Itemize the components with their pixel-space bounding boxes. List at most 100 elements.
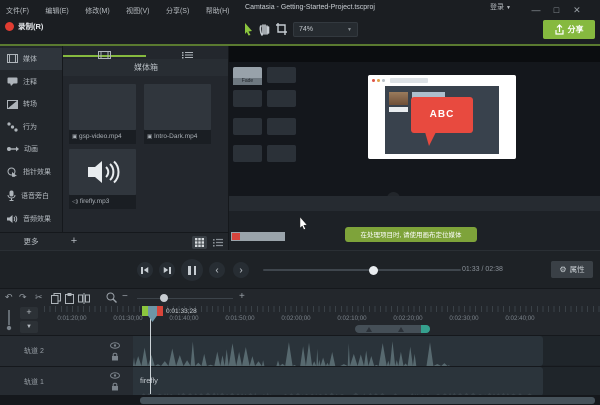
video-file-icon: ▣	[147, 133, 153, 140]
timeline-scrollbar[interactable]	[0, 394, 600, 405]
timeline-zoom-handle[interactable]	[160, 294, 168, 302]
speaker-icon	[87, 160, 119, 183]
media-item-label: ◁) firefly.mp3	[69, 194, 136, 209]
eye-icon[interactable]	[110, 342, 120, 349]
pan-tool-button[interactable]	[258, 22, 271, 41]
playhead-out-handle[interactable]	[157, 306, 163, 316]
more-button[interactable]: 更多	[0, 233, 62, 251]
preview-canvas[interactable]: Fade ABC 在处理项目时, 请使用画布定位媒体	[228, 45, 600, 250]
ruler-label: 0:02:00;00	[281, 315, 311, 322]
ruler-range-scrollbar[interactable]	[355, 325, 430, 333]
animation-icon	[7, 146, 19, 152]
audio-waveform	[133, 341, 453, 366]
step-forward-button[interactable]	[159, 262, 175, 278]
share-upload-icon	[554, 24, 564, 35]
zoom-out-button[interactable]: −	[122, 291, 128, 302]
media-bin-panel: 媒体箱 ▣ gsp-video.mp4 ▣ Intro-Dark.mp4 ◁) …	[62, 45, 229, 232]
track-1-clip[interactable]: firefly	[133, 366, 543, 396]
cursor-tool-button[interactable]	[242, 22, 255, 41]
step-back-button[interactable]	[137, 262, 153, 278]
track-height-slider-icon[interactable]	[5, 309, 13, 331]
audio-file-icon: ◁)	[72, 198, 79, 205]
media-item-gsp-video[interactable]	[69, 83, 136, 130]
track-controls-column: + ▼	[0, 306, 44, 335]
video-callout: ABC	[411, 96, 473, 133]
add-track-button[interactable]: +	[20, 307, 38, 319]
redo-button[interactable]: ↷	[19, 292, 27, 303]
pause-button[interactable]	[181, 259, 203, 281]
video-thumbnail-cell	[233, 144, 262, 162]
tools-sidebar: 媒体 注释 转场 行为 动画 指针效果 语音旁白 音频效果	[0, 45, 62, 232]
record-button[interactable]: 录制(R)	[5, 21, 43, 32]
video-progress-bar	[231, 231, 285, 241]
video-browser-window: ABC	[368, 74, 516, 159]
timeline-zoom-slider[interactable]	[137, 297, 233, 299]
crop-tool-button[interactable]	[275, 22, 288, 41]
video-thumbnail-cell	[233, 117, 262, 135]
playhead-in-handle[interactable]	[142, 306, 148, 316]
track-options-button[interactable]: ▼	[20, 321, 38, 333]
track-2-clip[interactable]	[133, 336, 543, 366]
menu-bar: 文件(F) 编辑(E) 修改(M) 视图(V) 分享(S) 帮助(H) Camt…	[0, 0, 600, 16]
eye-icon[interactable]	[110, 371, 120, 379]
zoom-level-dropdown[interactable]: 74% ▼	[293, 22, 358, 37]
lock-icon[interactable]	[111, 352, 119, 361]
timeline-ruler[interactable]: 0:01:20;00 0:01:30;00 0:01:40;00 0:01:50…	[44, 306, 600, 335]
transition-icon	[7, 99, 18, 109]
sidebar-item-media[interactable]: 媒体	[0, 47, 62, 70]
time-display: 01:33 / 02:38	[462, 266, 503, 273]
split-icon[interactable]	[78, 293, 90, 304]
next-clip-button[interactable]: ›	[233, 262, 249, 278]
copy-icon[interactable]	[51, 293, 61, 304]
timeline-scrollbar-thumb[interactable]	[140, 396, 595, 404]
chevron-down-icon: ▼	[505, 5, 511, 11]
share-button[interactable]: 分享	[543, 20, 595, 39]
sidebar-item-annotations[interactable]: 注释	[0, 71, 62, 94]
media-tab[interactable]	[63, 46, 146, 59]
callout-tail	[425, 131, 436, 146]
preview-scrubber[interactable]	[263, 269, 461, 271]
paste-icon[interactable]	[65, 293, 74, 304]
list-icon	[181, 51, 193, 58]
grid-view-button[interactable]	[192, 235, 207, 249]
camtasia-window: 文件(F) 编辑(E) 修改(M) 视图(V) 分享(S) 帮助(H) Camt…	[0, 0, 600, 405]
scrubber-handle[interactable]	[369, 265, 378, 275]
sidebar-item-audio-effects[interactable]: 音频效果	[0, 208, 62, 231]
video-thumbnail-cell	[233, 89, 262, 107]
sidebar-item-behaviors[interactable]: 行为	[0, 116, 62, 139]
range-end-cap[interactable]	[421, 325, 430, 333]
split-cut-button[interactable]: ✂	[35, 292, 43, 303]
add-media-button[interactable]: +	[66, 233, 82, 250]
media-item-label: ▣ gsp-video.mp4	[69, 129, 136, 144]
sidebar-item-animations[interactable]: 动画	[0, 138, 62, 161]
ruler-label: 0:01:20;00	[57, 315, 87, 322]
playhead-line[interactable]	[149, 306, 151, 394]
sidebar-item-voice-narration[interactable]: 语音旁白	[0, 185, 62, 208]
media-bin-header: 媒体箱	[63, 58, 229, 76]
ruler-label: 0:01:30;00	[113, 315, 143, 322]
filmstrip-icon	[98, 50, 111, 59]
video-app-panel: ABC	[385, 85, 499, 154]
range-handle-icon[interactable]	[398, 326, 404, 332]
record-icon	[5, 22, 14, 31]
photo-thumb	[389, 91, 408, 105]
video-file-icon: ▣	[72, 133, 78, 140]
zoom-in-button[interactable]: +	[239, 291, 245, 302]
media-item-intro-dark[interactable]	[144, 83, 211, 130]
prev-clip-button[interactable]: ‹	[209, 262, 225, 278]
media-item-firefly[interactable]	[69, 148, 136, 195]
library-tab[interactable]	[146, 46, 229, 58]
sidebar-item-transitions[interactable]: 转场	[0, 93, 62, 116]
sidebar-item-cursor-effects[interactable]: 指针效果	[0, 161, 62, 184]
video-thumbnail-cell	[267, 117, 296, 135]
lock-icon[interactable]	[111, 382, 119, 391]
range-handle-icon[interactable]	[366, 326, 372, 332]
grid-icon	[195, 237, 204, 247]
undo-button[interactable]: ↶	[5, 292, 13, 303]
track-2-header: 轨道 2	[0, 336, 133, 366]
properties-button[interactable]: ⚙ 属性	[551, 261, 593, 278]
video-tooltip: 在处理项目时, 请使用画布定位媒体	[345, 226, 477, 242]
ruler-label: 0:02:10;00	[337, 315, 367, 322]
list-view-button[interactable]	[210, 236, 225, 249]
login-button[interactable]: 登录 ▼	[490, 0, 511, 16]
